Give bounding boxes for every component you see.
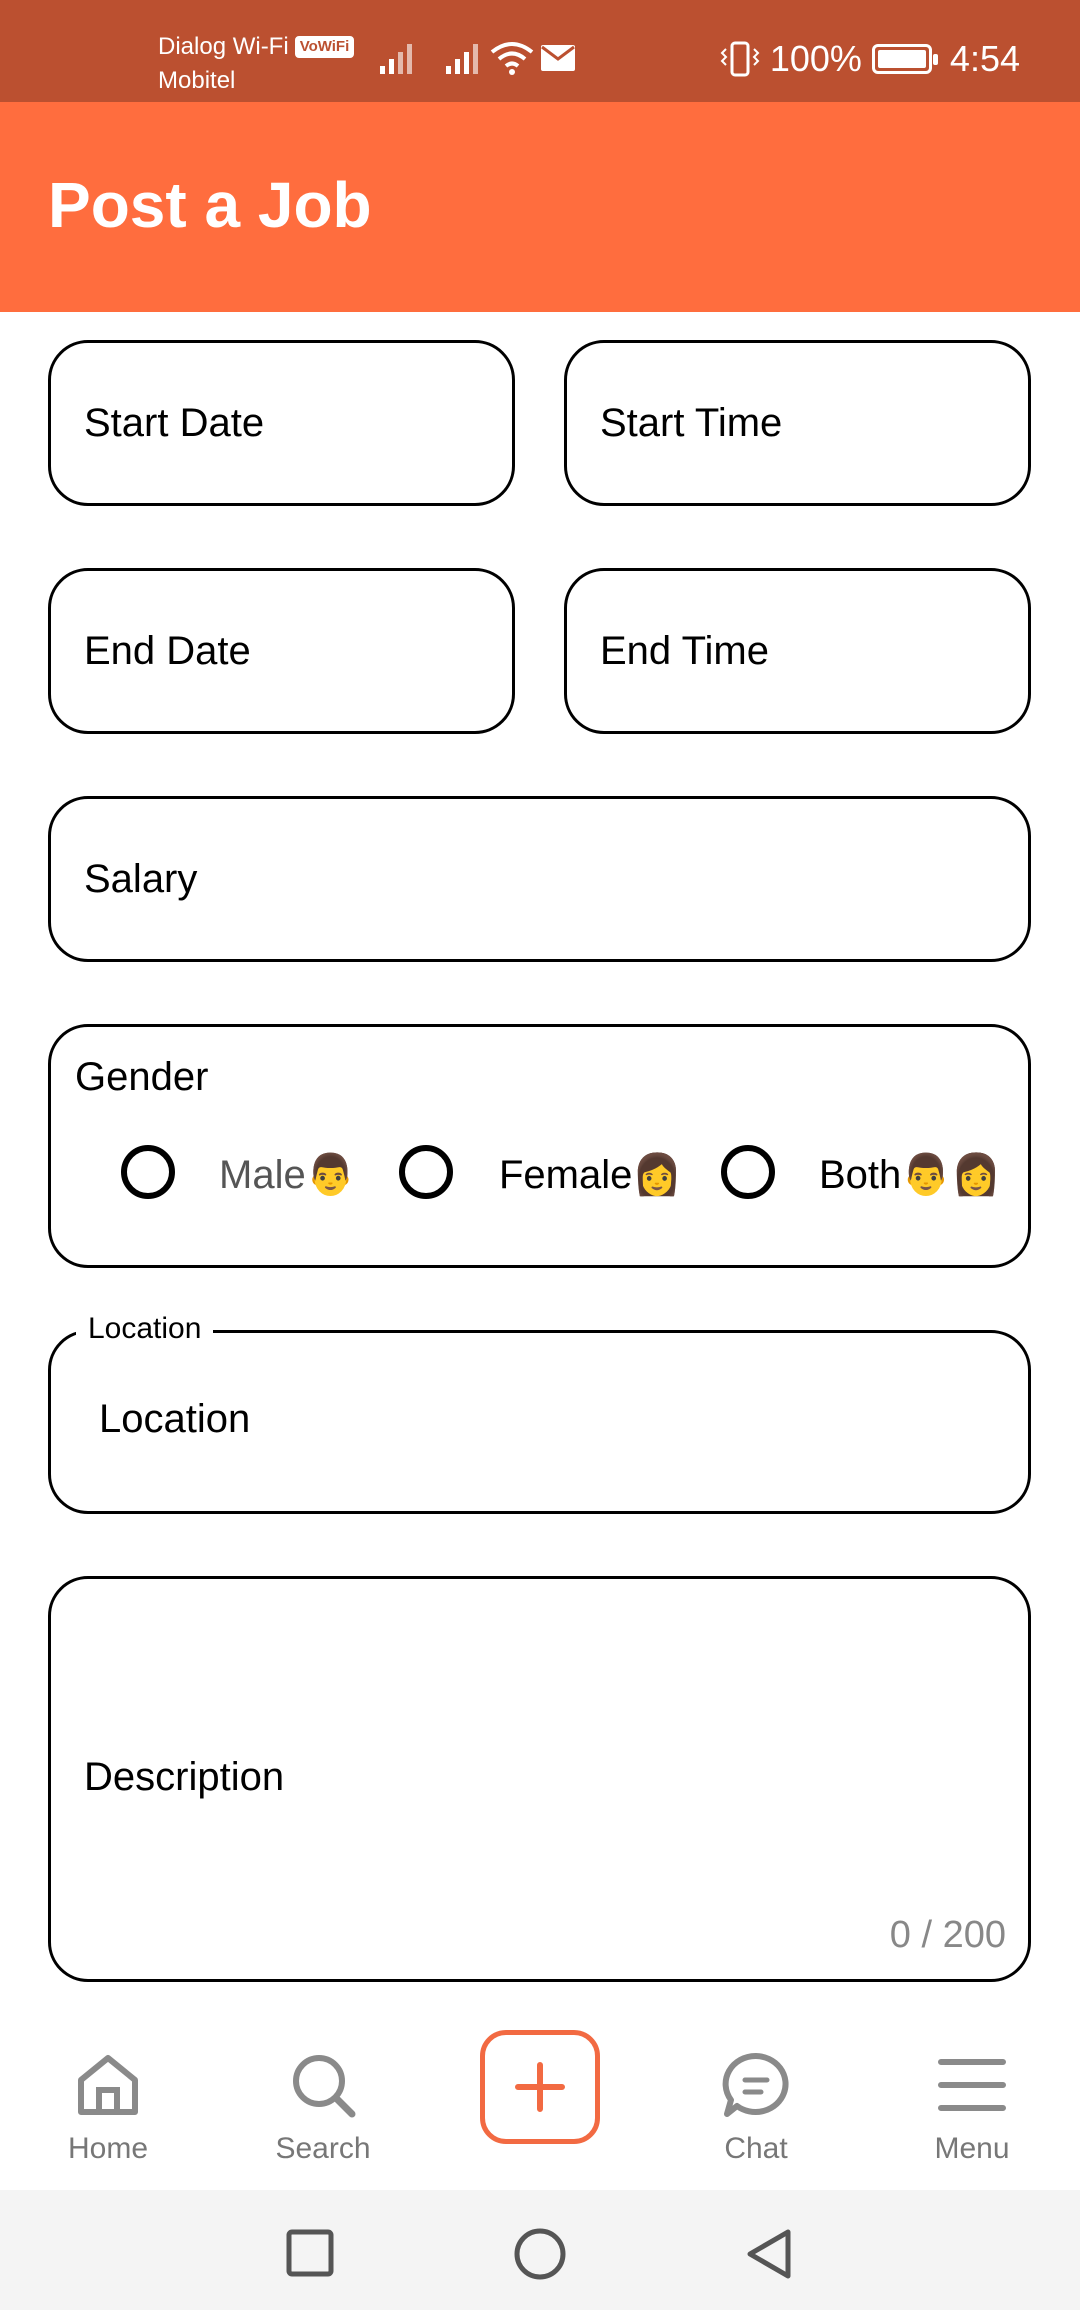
nav-menu-label: Menu (934, 2132, 1010, 2165)
radio-male-label[interactable]: Male👨 (219, 1151, 356, 1198)
back-icon[interactable] (742, 2226, 796, 2282)
start-time-field[interactable]: Start Time (564, 340, 1031, 506)
location-field[interactable]: Location (48, 1330, 1031, 1514)
location-value: Location (99, 1397, 251, 1441)
gender-label: Gender (75, 1055, 209, 1099)
radio-male[interactable] (121, 1145, 175, 1199)
end-date-label: End Date (84, 629, 251, 673)
home-button-icon[interactable] (512, 2226, 568, 2282)
battery-percent: 100% (769, 38, 862, 79)
system-nav-bar (0, 2190, 1080, 2310)
menu-icon (938, 2059, 1006, 2111)
home-icon (78, 2055, 138, 2115)
wifi-icon (490, 42, 534, 75)
search-icon (293, 2055, 356, 2118)
salary-label: Salary (84, 857, 198, 901)
gender-group: Gender Male👨 Female👩 Both👨👩 (48, 1024, 1031, 1268)
mail-icon (541, 45, 575, 71)
start-time-label: Start Time (600, 401, 783, 445)
add-button[interactable] (480, 2030, 600, 2144)
battery-icon (871, 44, 938, 74)
description-field[interactable]: Description 0 / 200 (48, 1576, 1031, 1982)
add-icon (515, 2062, 565, 2112)
vibrate-icon (720, 41, 760, 77)
location-legend: Location (76, 1312, 214, 1346)
recent-apps-icon[interactable] (285, 2228, 335, 2278)
nav-menu[interactable]: Menu (892, 2050, 1052, 2166)
status-right: 100% 4:54 (720, 38, 1020, 80)
app-header: Post a Job (0, 102, 1080, 312)
salary-field[interactable]: Salary (48, 796, 1031, 962)
start-date-label: Start Date (84, 401, 265, 445)
nav-chat-label: Chat (724, 2132, 788, 2165)
radio-both[interactable] (721, 1145, 775, 1199)
character-counter: 0 / 200 (889, 1914, 1006, 1956)
carrier-name-2: Mobitel (158, 67, 236, 94)
end-time-field[interactable]: End Time (564, 568, 1031, 734)
end-time-label: End Time (600, 629, 769, 673)
nav-search-label: Search (275, 2132, 371, 2165)
radio-both-label[interactable]: Both👨👩 (819, 1151, 1001, 1198)
signal-icon (446, 44, 478, 74)
nav-home[interactable]: Home (28, 2050, 188, 2166)
gender-options: Male👨 Female👩 Both👨👩 (51, 1145, 1028, 1205)
status-bar: Dialog Wi-Fi VoWiFi Mobitel 100% 4:54 (0, 0, 1080, 102)
end-date-field[interactable]: End Date (48, 568, 515, 734)
page-title: Post a Job (48, 169, 372, 241)
bottom-nav: Home Search Chat Menu (0, 1990, 1080, 2190)
clock: 4:54 (949, 38, 1020, 79)
vowifi-badge: VoWiFi (294, 36, 355, 58)
carrier-info: Dialog Wi-Fi VoWiFi Mobitel (158, 30, 355, 98)
start-date-field[interactable]: Start Date (48, 340, 515, 506)
nav-home-label: Home (67, 2132, 149, 2165)
radio-female[interactable] (399, 1145, 453, 1199)
nav-search[interactable]: Search (243, 2050, 403, 2166)
carrier-name-1: Dialog Wi-Fi (158, 33, 289, 60)
chat-icon (722, 2052, 789, 2117)
description-placeholder: Description (84, 1755, 285, 1799)
radio-female-label[interactable]: Female👩 (499, 1151, 682, 1198)
nav-chat[interactable]: Chat (676, 2050, 836, 2166)
signal-icon (380, 44, 412, 74)
